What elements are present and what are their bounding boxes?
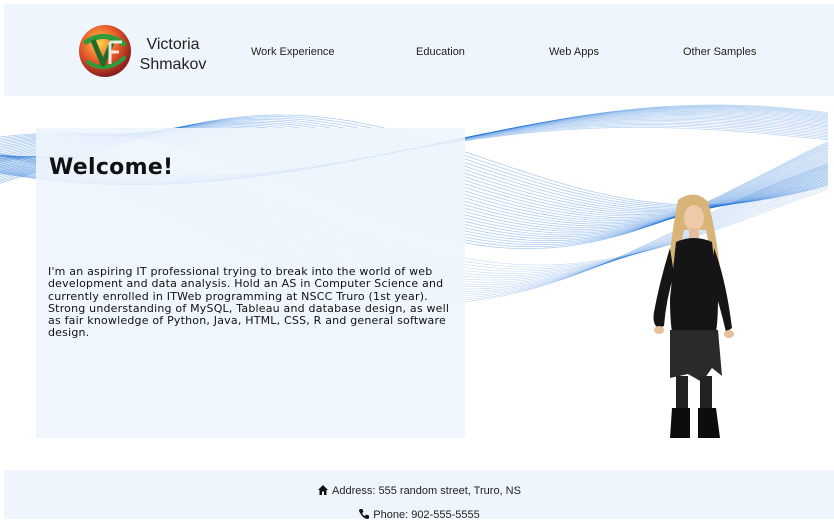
phone-text: Phone: 902-555-5555 bbox=[373, 509, 480, 521]
welcome-heading: Welcome! bbox=[49, 155, 174, 180]
footer-phone: Phone: 902-555-5555 bbox=[4, 508, 834, 521]
site-brand[interactable]: Victoria Shmakov bbox=[138, 35, 208, 75]
brand-first-name: Victoria bbox=[146, 36, 200, 53]
nav-work-experience[interactable]: Work Experience bbox=[251, 46, 335, 58]
footer-address: Address: 555 random street, Truro, NS bbox=[4, 484, 834, 497]
logo-icon[interactable] bbox=[76, 22, 134, 80]
nav-education[interactable]: Education bbox=[416, 46, 465, 58]
brand-last-name: Shmakov bbox=[139, 56, 207, 73]
phone-icon bbox=[359, 509, 370, 519]
home-icon bbox=[318, 485, 329, 495]
profile-photo bbox=[653, 194, 734, 438]
site-footer: Address: 555 random street, Truro, NS Ph… bbox=[4, 470, 834, 521]
address-text: Address: 555 random street, Truro, NS bbox=[332, 485, 521, 497]
site-header: Victoria Shmakov Work Experience Educati… bbox=[4, 4, 834, 96]
nav-other-samples[interactable]: Other Samples bbox=[683, 46, 756, 58]
nav-web-apps[interactable]: Web Apps bbox=[549, 46, 599, 58]
intro-paragraph: I'm an aspiring IT professional trying t… bbox=[48, 265, 450, 340]
